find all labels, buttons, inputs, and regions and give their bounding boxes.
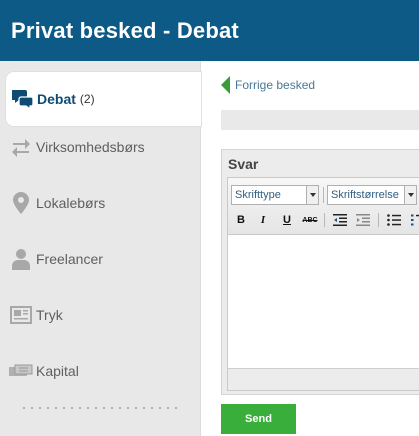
indent-icon[interactable] — [354, 211, 372, 229]
sidebar-item-freelancer[interactable]: Freelancer — [0, 232, 201, 286]
person-icon — [9, 247, 33, 271]
sidebar-item-kapital[interactable]: Kapital — [0, 344, 201, 398]
chevron-down-icon — [306, 186, 318, 204]
chat-bubbles-icon — [11, 87, 35, 111]
previous-message-label: Forrige besked — [235, 78, 316, 92]
back-arrow-icon — [221, 76, 230, 94]
sidebar-item-label: Debat — [37, 91, 76, 107]
message-header-bar — [221, 110, 419, 130]
toolbar-separator — [323, 187, 324, 203]
strikethrough-button[interactable]: ABC — [301, 211, 319, 229]
bullet-list-icon[interactable] — [385, 211, 403, 229]
sidebar-item-tryk[interactable]: Tryk — [0, 288, 201, 342]
reply-title: Svar — [228, 156, 259, 172]
italic-button[interactable]: I — [254, 211, 272, 229]
map-pin-icon — [9, 191, 33, 215]
transfer-arrows-icon — [9, 135, 33, 159]
send-button[interactable]: Send — [221, 404, 296, 434]
page-title: Privat besked - Debat — [11, 18, 239, 43]
toolbar-separator — [378, 213, 379, 227]
money-icon — [9, 359, 33, 383]
font-family-value: Skrifttype — [235, 189, 281, 201]
sidebar-item-lokalebors[interactable]: Lokalebørs — [0, 176, 201, 230]
unread-count: (2) — [79, 92, 95, 106]
previous-message-link[interactable]: Forrige besked — [221, 76, 315, 94]
newspaper-icon — [9, 303, 33, 327]
sidebar-item-label: Virksomhedsbørs — [36, 139, 145, 155]
sidebar-item-label: Lokalebørs — [36, 195, 106, 211]
rich-text-editor: Skrifttype Skriftstørrelse B I U ABC — [227, 177, 419, 391]
sidebar-item-label: Freelancer — [36, 251, 103, 267]
sidebar: Debat (2) Virksomhedsbørs Lokalebørs Fre… — [0, 61, 201, 436]
font-family-select[interactable]: Skrifttype — [231, 185, 319, 205]
numbered-list-icon[interactable] — [409, 211, 419, 229]
editor-status-bar — [228, 368, 419, 390]
underline-button[interactable]: U — [278, 211, 296, 229]
top-bar: Privat besked - Debat — [0, 0, 419, 61]
reply-text-area[interactable] — [228, 236, 419, 366]
dotted-divider — [20, 406, 182, 410]
sidebar-item-label: Tryk — [36, 307, 63, 323]
sidebar-item-virksomhedsbors[interactable]: Virksomhedsbørs — [0, 120, 201, 174]
chevron-down-icon — [404, 186, 416, 204]
font-size-value: Skriftstørrelse — [331, 189, 399, 201]
bold-button[interactable]: B — [232, 211, 250, 229]
font-size-select[interactable]: Skriftstørrelse — [327, 185, 417, 205]
editor-toolbar: Skrifttype Skriftstørrelse B I U ABC — [228, 178, 419, 235]
sidebar-item-label: Kapital — [36, 363, 79, 379]
sidebar-item-debat[interactable]: Debat (2) — [6, 72, 201, 126]
reply-panel: Svar Skrifttype Skriftstørrelse B I U AB… — [221, 149, 419, 395]
outdent-icon[interactable] — [331, 211, 349, 229]
toolbar-separator — [324, 213, 325, 227]
